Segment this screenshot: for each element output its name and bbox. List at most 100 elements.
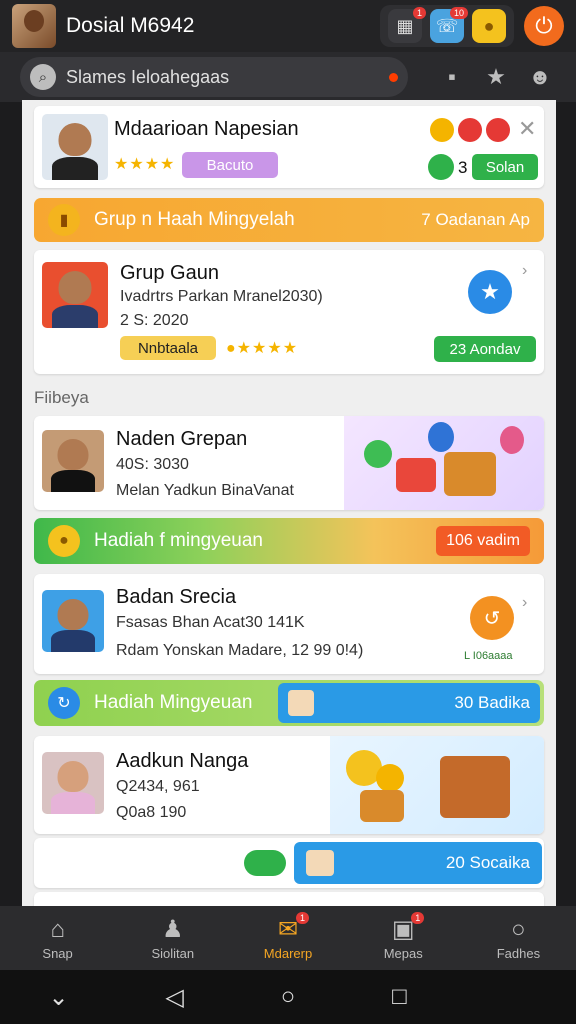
user-photo [42,590,104,652]
nav-item-snap[interactable]: ⌂ Snap [0,906,115,970]
card-icon [288,690,314,716]
rating-stars: ●★★★★ [226,340,299,357]
search-icon: ⌕ [30,64,56,90]
treasure-illustration [330,736,544,834]
chest-icon [360,790,404,822]
top-bar: Dosial M6942 ▦ 1 ☏ 10 ● ⏻ [0,0,576,52]
group-tag: Nnbtaala [120,336,216,360]
promo-banner[interactable]: ● Hadiah f mingyeuan 106 vadim [34,518,544,564]
action-label: L I06aaaa [464,650,513,662]
banner-label: Hadiah f mingyeuan [94,530,263,551]
top-icon-group: ▦ 1 ☏ 10 ● [380,5,514,47]
chevron-right-icon[interactable]: › [522,594,527,612]
chevron-right-icon[interactable]: › [522,262,527,280]
nav-badge: 1 [411,912,425,924]
people-icon[interactable]: ☻ [524,61,556,93]
user-stat: Q2434, 961 [116,778,200,795]
chevron-down-icon[interactable]: ⌄ [48,983,68,1012]
user-stat: 40S: 3030 [116,456,189,473]
section-label: Fiibeya [34,388,89,407]
close-icon[interactable]: ✕ [518,116,536,142]
solan-button[interactable]: Solan [472,154,538,180]
nav-item-mepas[interactable]: ▣ 1 Mepas [346,906,461,970]
gold-icon [430,118,454,142]
profile-avatar[interactable] [12,4,56,48]
nav-item-mdarerp[interactable]: ✉ 1 Mdarerp [230,906,345,970]
banner-value-button[interactable]: 106 vadim [436,526,530,556]
nav-label: Mdarerp [263,946,313,961]
banner-label: Grup n Haah Mingyelah [94,209,295,230]
red-icon [458,118,482,142]
user-stat: Fsasas Bhan Acat30 141K [116,614,305,631]
orange-action-icon[interactable]: ↺ [470,596,514,640]
search-field[interactable]: ⌕ Slames Ieloahegaas [20,57,408,97]
nav-label: Snap [42,945,73,961]
rating-stars: ★★★★ [114,156,176,173]
user-name: Naden Grepan [116,428,248,450]
group-date: 2 S: 2020 [120,312,189,329]
red-icon [486,118,510,142]
group-name: Grup Gaun [120,262,219,284]
back-icon[interactable]: ◁ [165,983,183,1012]
home-icon: ⌂ [50,915,65,943]
list-item[interactable]: Aadkun Nanga Q2434, 961 Q0a8 190 [34,736,544,834]
promo-banner[interactable]: ▮ Grup n Haah Mingyelah 7 Oadanan Ap [34,198,544,242]
list-item[interactable]: 20 Socaika [34,838,544,888]
character-icon [500,426,524,454]
user-name: Mdaarioan Napesian [114,118,299,140]
user-name: Badan Srecia [116,586,237,608]
user-desc: Q0a8 190 [116,804,187,821]
refresh-icon: ↻ [48,687,80,719]
coins-icon[interactable]: ● [472,9,506,43]
user-desc: Melan Yadkun BinaVanat [116,482,294,499]
character-icon [428,422,454,452]
star-circle-icon[interactable]: ★ [468,270,512,314]
grid-icon[interactable]: ▦ 1 [388,7,426,43]
app-title: Dosial M6942 [66,14,195,37]
group-icon: ♟ [162,916,184,943]
toggle-icon[interactable] [244,850,286,876]
rating-badge: Bacuto [182,152,278,178]
gift-illustration [344,416,544,510]
chart-icon: ▮ [48,204,80,236]
socaika-button[interactable]: 20 Socaika [294,842,542,884]
promo-banner[interactable]: ↻ Hadiah Mingyeuan 30 Badika [34,680,544,726]
list-item[interactable] [34,892,544,906]
grid-badge: 1 [412,7,426,19]
user-photo [42,430,104,492]
camera-icon[interactable]: ▪ [436,61,468,93]
list-item[interactable]: Grup Gaun Ivadrtrs Parkan Mranel2030) 2 … [34,250,544,374]
chat-icon[interactable]: ☏ 10 [430,7,468,43]
nav-label: Mepas [383,946,423,961]
join-button[interactable]: 23 Aondav [434,336,536,362]
recents-icon[interactable]: □ [392,983,407,1011]
group-desc: Ivadrtrs Parkan Mranel2030) [120,288,323,305]
nav-item-fadhes[interactable]: ○ Fadhes [461,906,576,970]
power-icon[interactable]: ⏻ [524,6,564,46]
search-input[interactable]: Slames Ieloahegaas [66,67,389,88]
banner-action-button[interactable]: 30 Badika [278,683,540,723]
card-icon [306,850,334,876]
coin-icon [376,764,404,792]
star-icon[interactable]: ★ [480,61,512,93]
row-value: 20 Socaika [445,853,530,872]
circle-icon: ○ [511,915,526,943]
main-list: Mdaarioan Napesian ★★★★ Bacuto ✕ 3 Solan… [22,100,556,906]
system-nav-bar: ⌄ ◁ ○ □ [0,970,576,1024]
user-desc: Rdam Yonskan Madare, 12 99 0!4) [116,642,364,659]
mail-icon: ✉ [277,916,299,943]
group-photo [42,262,108,328]
bottom-nav: ⌂ Snap ♟ Siolitan ✉ 1 Mdarerp ▣ 1 Mepas … [0,906,576,970]
nav-item-siolitan[interactable]: ♟ Siolitan [115,906,230,970]
list-item[interactable]: Badan Srecia Fsasas Bhan Acat30 141K Rda… [34,574,544,674]
coin-icon [364,440,392,468]
list-item[interactable]: Naden Grepan 40S: 3030 Melan Yadkun Bina… [34,416,544,510]
banner-value: 30 Badika [454,693,530,712]
home-button-icon[interactable]: ○ [281,983,296,1011]
chest-icon [440,756,510,818]
chest-icon [444,452,496,496]
notification-dot [389,72,398,82]
list-item[interactable]: Mdaarioan Napesian ★★★★ Bacuto ✕ 3 Solan [34,106,544,188]
user-photo [42,752,104,814]
nav-badge: 1 [296,912,310,924]
